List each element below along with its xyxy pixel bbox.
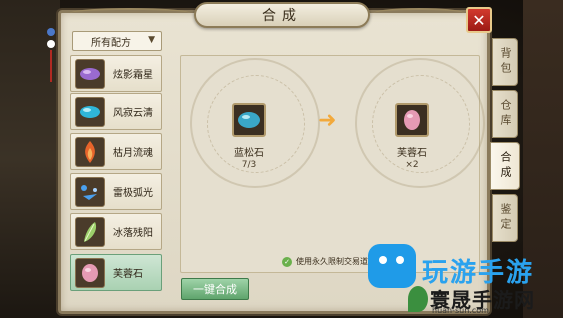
blue-lightning-icon (75, 176, 105, 207)
window-title: 合成 (194, 2, 370, 28)
recipe-name: 雷极弧光 (113, 188, 153, 199)
pink-stone-icon (404, 110, 420, 130)
green-feather-icon (75, 216, 105, 247)
result-count: ×2 (405, 160, 419, 170)
watermark-url: huan-sun.com (432, 306, 489, 315)
recipe-item-4[interactable]: 冰落残阳 (70, 213, 162, 250)
one-click-synthesis-button[interactable]: 一键合成 (181, 278, 249, 300)
recipe-name: 炫影霜星 (113, 70, 153, 81)
tab-label: 鉴定 (499, 203, 512, 233)
recipe-item-0[interactable]: 炫影霜星 (70, 55, 162, 92)
close-button[interactable]: ✕ (466, 7, 492, 33)
title-ornament-left (70, 8, 190, 18)
turquoise-stone-icon (238, 112, 260, 128)
material-name: 蓝松石 (234, 148, 264, 159)
tab-synthesis[interactable]: 合成 (490, 142, 520, 190)
tab-label: 背包 (499, 47, 512, 77)
recipe-name: 风寂云清 (113, 108, 153, 119)
watermark-logo-icon (368, 244, 416, 288)
material-count: 7/3 (241, 160, 257, 170)
recipe-list[interactable]: 炫影霜星 风寂云清 枯月流魂 雷极弧光 冰落残阳 芙蓉石 (70, 55, 166, 298)
leaf-logo-icon (408, 286, 428, 312)
close-icon: ✕ (472, 10, 486, 30)
recipe-name: 冰落残阳 (113, 228, 153, 239)
recipe-filter-value: 所有配方 (91, 37, 131, 49)
orange-flame-icon (75, 136, 105, 167)
recipe-name: 芙蓉石 (113, 269, 143, 280)
cyan-gem-icon (75, 96, 105, 127)
window-title-text: 合成 (262, 8, 302, 24)
recipe-item-2[interactable]: 枯月流魂 (70, 133, 162, 170)
recipe-item-3[interactable]: 雷极弧光 (70, 173, 162, 210)
pink-stone-icon (75, 257, 105, 288)
purple-crystal-icon (75, 58, 105, 89)
tab-warehouse[interactable]: 仓库 (492, 90, 518, 138)
result-slot[interactable] (395, 103, 429, 137)
recipe-filter-dropdown[interactable]: 所有配方 ▼ (72, 31, 162, 51)
tab-appraise[interactable]: 鉴定 (492, 194, 518, 242)
arrow-right-icon: ➜ (318, 108, 337, 133)
tassel-ornament (44, 10, 58, 82)
tab-label: 合成 (499, 151, 512, 181)
tab-backpack[interactable]: 背包 (492, 38, 518, 86)
chevron-down-icon: ▼ (148, 35, 155, 45)
result-name: 芙蓉石 (397, 148, 427, 159)
check-icon[interactable]: ✓ (282, 256, 292, 267)
title-ornament-right (374, 8, 464, 18)
recipe-item-5[interactable]: 芙蓉石 (70, 254, 162, 291)
tab-label: 仓库 (499, 99, 512, 129)
material-slot[interactable] (232, 103, 266, 137)
recipe-name: 枯月流魂 (113, 148, 153, 159)
recipe-item-1[interactable]: 风寂云清 (70, 93, 162, 130)
